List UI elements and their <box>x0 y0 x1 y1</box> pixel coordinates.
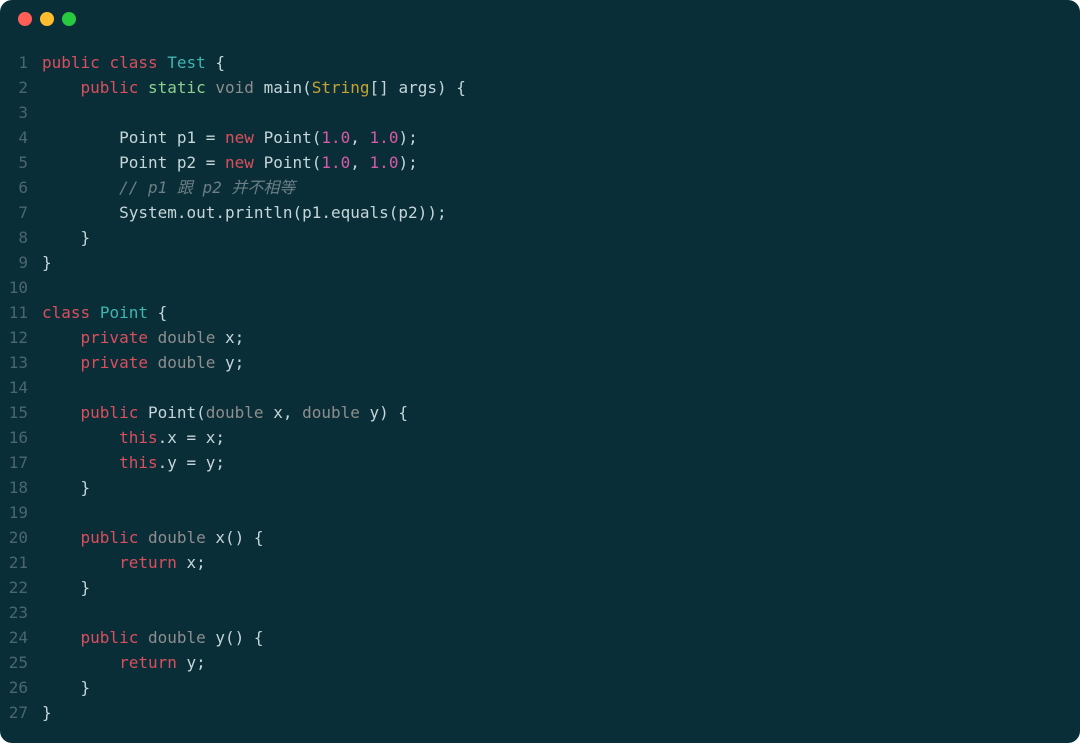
code-content[interactable]: public class Test { <box>42 50 225 75</box>
line-number: 18 <box>0 475 42 500</box>
code-content[interactable]: } <box>42 250 52 275</box>
code-content[interactable]: } <box>42 475 90 500</box>
code-content[interactable]: } <box>42 700 52 725</box>
line-number: 26 <box>0 675 42 700</box>
code-line[interactable]: 19 <box>0 500 1080 525</box>
code-line[interactable]: 14 <box>0 375 1080 400</box>
minimize-icon[interactable] <box>40 12 54 26</box>
line-number: 5 <box>0 150 42 175</box>
line-number: 20 <box>0 525 42 550</box>
code-content[interactable]: this.x = x; <box>42 425 225 450</box>
code-line[interactable]: 11class Point { <box>0 300 1080 325</box>
line-number: 2 <box>0 75 42 100</box>
code-line[interactable]: 9} <box>0 250 1080 275</box>
code-line[interactable]: 13 private double y; <box>0 350 1080 375</box>
code-line[interactable]: 23 <box>0 600 1080 625</box>
code-line[interactable]: 7 System.out.println(p1.equals(p2)); <box>0 200 1080 225</box>
line-number: 16 <box>0 425 42 450</box>
code-line[interactable]: 27} <box>0 700 1080 725</box>
code-content[interactable]: public static void main(String[] args) { <box>42 75 466 100</box>
code-content[interactable]: Point p1 = new Point(1.0, 1.0); <box>42 125 418 150</box>
code-content[interactable]: } <box>42 675 90 700</box>
line-number: 12 <box>0 325 42 350</box>
code-line[interactable]: 2 public static void main(String[] args)… <box>0 75 1080 100</box>
line-number: 23 <box>0 600 42 625</box>
line-number: 21 <box>0 550 42 575</box>
code-window: 1public class Test {2 public static void… <box>0 0 1080 743</box>
maximize-icon[interactable] <box>62 12 76 26</box>
code-line[interactable]: 26 } <box>0 675 1080 700</box>
code-content[interactable]: return x; <box>42 550 206 575</box>
code-content[interactable]: } <box>42 225 90 250</box>
code-line[interactable]: 22 } <box>0 575 1080 600</box>
code-line[interactable]: 8 } <box>0 225 1080 250</box>
code-line[interactable]: 20 public double x() { <box>0 525 1080 550</box>
line-number: 3 <box>0 100 42 125</box>
code-content[interactable]: System.out.println(p1.equals(p2)); <box>42 200 447 225</box>
code-line[interactable]: 25 return y; <box>0 650 1080 675</box>
code-content[interactable]: return y; <box>42 650 206 675</box>
code-line[interactable]: 6 // p1 跟 p2 并不相等 <box>0 175 1080 200</box>
line-number: 13 <box>0 350 42 375</box>
code-line[interactable]: 4 Point p1 = new Point(1.0, 1.0); <box>0 125 1080 150</box>
line-number: 15 <box>0 400 42 425</box>
close-icon[interactable] <box>18 12 32 26</box>
line-number: 14 <box>0 375 42 400</box>
line-number: 11 <box>0 300 42 325</box>
line-number: 4 <box>0 125 42 150</box>
code-editor[interactable]: 1public class Test {2 public static void… <box>0 38 1080 725</box>
code-content[interactable]: } <box>42 575 90 600</box>
code-line[interactable]: 24 public double y() { <box>0 625 1080 650</box>
code-content[interactable]: public double y() { <box>42 625 264 650</box>
code-line[interactable]: 17 this.y = y; <box>0 450 1080 475</box>
code-line[interactable]: 16 this.x = x; <box>0 425 1080 450</box>
code-line[interactable]: 10 <box>0 275 1080 300</box>
code-line[interactable]: 15 public Point(double x, double y) { <box>0 400 1080 425</box>
code-content[interactable]: private double y; <box>42 350 244 375</box>
code-content[interactable]: class Point { <box>42 300 167 325</box>
code-line[interactable]: 3 <box>0 100 1080 125</box>
titlebar <box>0 0 1080 38</box>
line-number: 25 <box>0 650 42 675</box>
code-content[interactable]: Point p2 = new Point(1.0, 1.0); <box>42 150 418 175</box>
code-content[interactable]: public Point(double x, double y) { <box>42 400 408 425</box>
line-number: 10 <box>0 275 42 300</box>
line-number: 9 <box>0 250 42 275</box>
code-line[interactable]: 18 } <box>0 475 1080 500</box>
code-content[interactable]: private double x; <box>42 325 244 350</box>
line-number: 19 <box>0 500 42 525</box>
line-number: 6 <box>0 175 42 200</box>
line-number: 27 <box>0 700 42 725</box>
code-line[interactable]: 21 return x; <box>0 550 1080 575</box>
code-content[interactable]: this.y = y; <box>42 450 225 475</box>
code-line[interactable]: 1public class Test { <box>0 50 1080 75</box>
line-number: 17 <box>0 450 42 475</box>
code-line[interactable]: 5 Point p2 = new Point(1.0, 1.0); <box>0 150 1080 175</box>
line-number: 24 <box>0 625 42 650</box>
line-number: 7 <box>0 200 42 225</box>
line-number: 22 <box>0 575 42 600</box>
code-content[interactable]: // p1 跟 p2 并不相等 <box>42 175 295 200</box>
line-number: 8 <box>0 225 42 250</box>
code-line[interactable]: 12 private double x; <box>0 325 1080 350</box>
line-number: 1 <box>0 50 42 75</box>
code-content[interactable]: public double x() { <box>42 525 264 550</box>
